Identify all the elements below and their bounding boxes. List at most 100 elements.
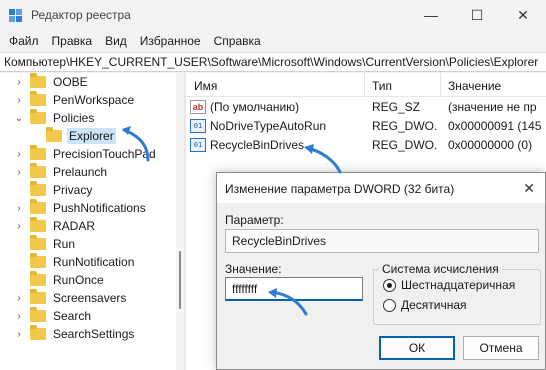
tree-item-explorer[interactable]: Explorer: [30, 127, 116, 145]
tree-item-label: PrecisionTouchPad: [53, 147, 156, 161]
column-header-name[interactable]: Имя: [194, 79, 217, 93]
address-bar[interactable]: Компьютер\HKEY_CURRENT_USER\Software\Mic…: [0, 52, 546, 72]
menu-favorites[interactable]: Избранное: [135, 30, 209, 52]
parameter-name-field[interactable]: RecycleBinDrives: [225, 229, 539, 253]
value-name: NoDriveTypeAutoRun: [210, 119, 327, 133]
tree-item-label: RunNotification: [53, 255, 135, 269]
chevron-right-icon[interactable]: ›: [14, 203, 24, 214]
value-name: (По умолчанию): [210, 100, 300, 114]
chevron-right-icon[interactable]: ›: [14, 77, 24, 88]
tree-item-screensavers[interactable]: › Screensavers: [14, 289, 128, 307]
folder-icon: [30, 307, 46, 322]
folder-icon: [30, 163, 46, 178]
dialog-title-bar[interactable]: Изменение параметра DWORD (32 бита) ✕: [217, 173, 545, 203]
folder-icon: [30, 181, 46, 196]
string-value-icon: ab: [190, 100, 206, 114]
chevron-right-icon[interactable]: ›: [14, 95, 24, 106]
tree-item-searchsettings[interactable]: › SearchSettings: [14, 325, 136, 343]
tree-item-label: Policies: [53, 111, 95, 125]
tree-item-label: OOBE: [53, 75, 88, 89]
column-divider[interactable]: [440, 73, 441, 97]
tree-item-label: Run: [53, 237, 76, 251]
radio-hex[interactable]: [383, 279, 396, 292]
tree-item-runonce[interactable]: RunOnce: [14, 271, 106, 289]
minimize-button[interactable]: —: [408, 0, 454, 30]
table-row[interactable]: 01 RecycleBinDrives REG_DWO... 0x0000000…: [186, 136, 546, 155]
ok-button[interactable]: ОК: [379, 336, 455, 360]
value-name: RecycleBinDrives: [210, 138, 305, 152]
column-header-type[interactable]: Тип: [372, 79, 392, 93]
tree-item-label: Screensavers: [53, 291, 127, 305]
window-title: Редактор реестра: [31, 8, 131, 22]
tree-item-label: SearchSettings: [53, 327, 135, 341]
chevron-right-icon[interactable]: ›: [14, 329, 24, 340]
key-tree: › OOBE › PenWorkspace ⌄ Policies Explore…: [0, 73, 176, 370]
value-type: REG_SZ: [372, 100, 421, 114]
base-group-title: Система исчисления: [379, 262, 502, 276]
column-divider[interactable]: [364, 73, 365, 97]
tree-item-search[interactable]: › Search: [14, 307, 93, 325]
close-icon: ✕: [517, 6, 529, 23]
tree-item-pushnotifications[interactable]: › PushNotifications: [14, 199, 148, 217]
value-data: (значение не пр: [448, 100, 537, 114]
close-button[interactable]: ✕: [500, 0, 546, 30]
value-data: 0x00000000 (0): [448, 138, 533, 152]
chevron-right-icon[interactable]: ›: [14, 221, 24, 232]
radio-decimal-label[interactable]: Десятичная: [401, 298, 467, 312]
minimize-icon: —: [424, 7, 438, 23]
folder-icon: [30, 199, 46, 214]
tree-item-label: RunOnce: [53, 273, 104, 287]
tree-item-radar[interactable]: › RADAR: [14, 217, 97, 235]
maximize-icon: ☐: [470, 6, 484, 23]
folder-icon: [46, 127, 62, 142]
folder-icon: [30, 271, 46, 286]
tree-item-label: Privacy: [53, 183, 93, 197]
tree-item-policies[interactable]: ⌄ Policies: [14, 109, 96, 127]
maximize-button[interactable]: ☐: [454, 0, 500, 30]
folder-icon: [30, 91, 46, 106]
folder-icon: [30, 73, 46, 88]
title-bar: Редактор реестра — ☐ ✕: [0, 0, 546, 30]
chevron-right-icon[interactable]: ›: [14, 311, 24, 322]
folder-icon: [30, 217, 46, 232]
list-header: Имя Тип Значение: [186, 73, 546, 97]
folder-icon: [30, 145, 46, 160]
tree-item-oobe[interactable]: › OOBE: [14, 73, 90, 91]
chevron-right-icon[interactable]: ›: [14, 167, 24, 178]
tree-item-label: PushNotifications: [53, 201, 146, 215]
table-row[interactable]: 01 NoDriveTypeAutoRun REG_DWO... 0x00000…: [186, 117, 546, 136]
value-data-input[interactable]: ffffffff: [225, 277, 363, 301]
close-icon[interactable]: ✕: [523, 180, 535, 197]
menu-view[interactable]: Вид: [100, 30, 135, 52]
tree-item-label: PenWorkspace: [53, 93, 135, 107]
tree-item-label: Search: [53, 309, 92, 323]
menu-file[interactable]: Файл: [4, 30, 47, 52]
registry-app-icon: [9, 9, 22, 22]
chevron-down-icon[interactable]: ⌄: [14, 113, 24, 124]
tree-item-label: RADAR: [53, 219, 96, 233]
tree-item-run[interactable]: Run: [14, 235, 77, 253]
tree-item-label: Prelaunch: [53, 165, 108, 179]
tree-item-privacy[interactable]: Privacy: [14, 181, 94, 199]
folder-icon: [30, 289, 46, 304]
tree-item-precisiontouchpad[interactable]: › PrecisionTouchPad: [14, 145, 158, 163]
value-data: 0x00000091 (145: [448, 119, 542, 133]
binary-value-icon: 01: [190, 138, 206, 152]
tree-scrollbar[interactable]: [176, 73, 184, 370]
table-row[interactable]: ab (По умолчанию) REG_SZ (значение не пр: [186, 98, 546, 117]
value-type: REG_DWO...: [372, 119, 438, 133]
scrollbar-thumb[interactable]: [179, 251, 181, 309]
cancel-button[interactable]: Отмена: [463, 336, 539, 360]
menu-edit[interactable]: Правка: [47, 30, 101, 52]
tree-item-penworkspace[interactable]: › PenWorkspace: [14, 91, 136, 109]
radio-decimal[interactable]: [383, 299, 396, 312]
value-type: REG_DWO...: [372, 138, 438, 152]
chevron-right-icon[interactable]: ›: [14, 293, 24, 304]
column-header-value[interactable]: Значение: [448, 79, 501, 93]
tree-item-runnotification[interactable]: RunNotification: [14, 253, 136, 271]
radio-hex-label[interactable]: Шестнадцатеричная: [401, 278, 515, 292]
chevron-right-icon[interactable]: ›: [14, 149, 24, 160]
folder-icon: [30, 325, 46, 340]
menu-help[interactable]: Справка: [209, 30, 269, 52]
tree-item-prelaunch[interactable]: › Prelaunch: [14, 163, 109, 181]
